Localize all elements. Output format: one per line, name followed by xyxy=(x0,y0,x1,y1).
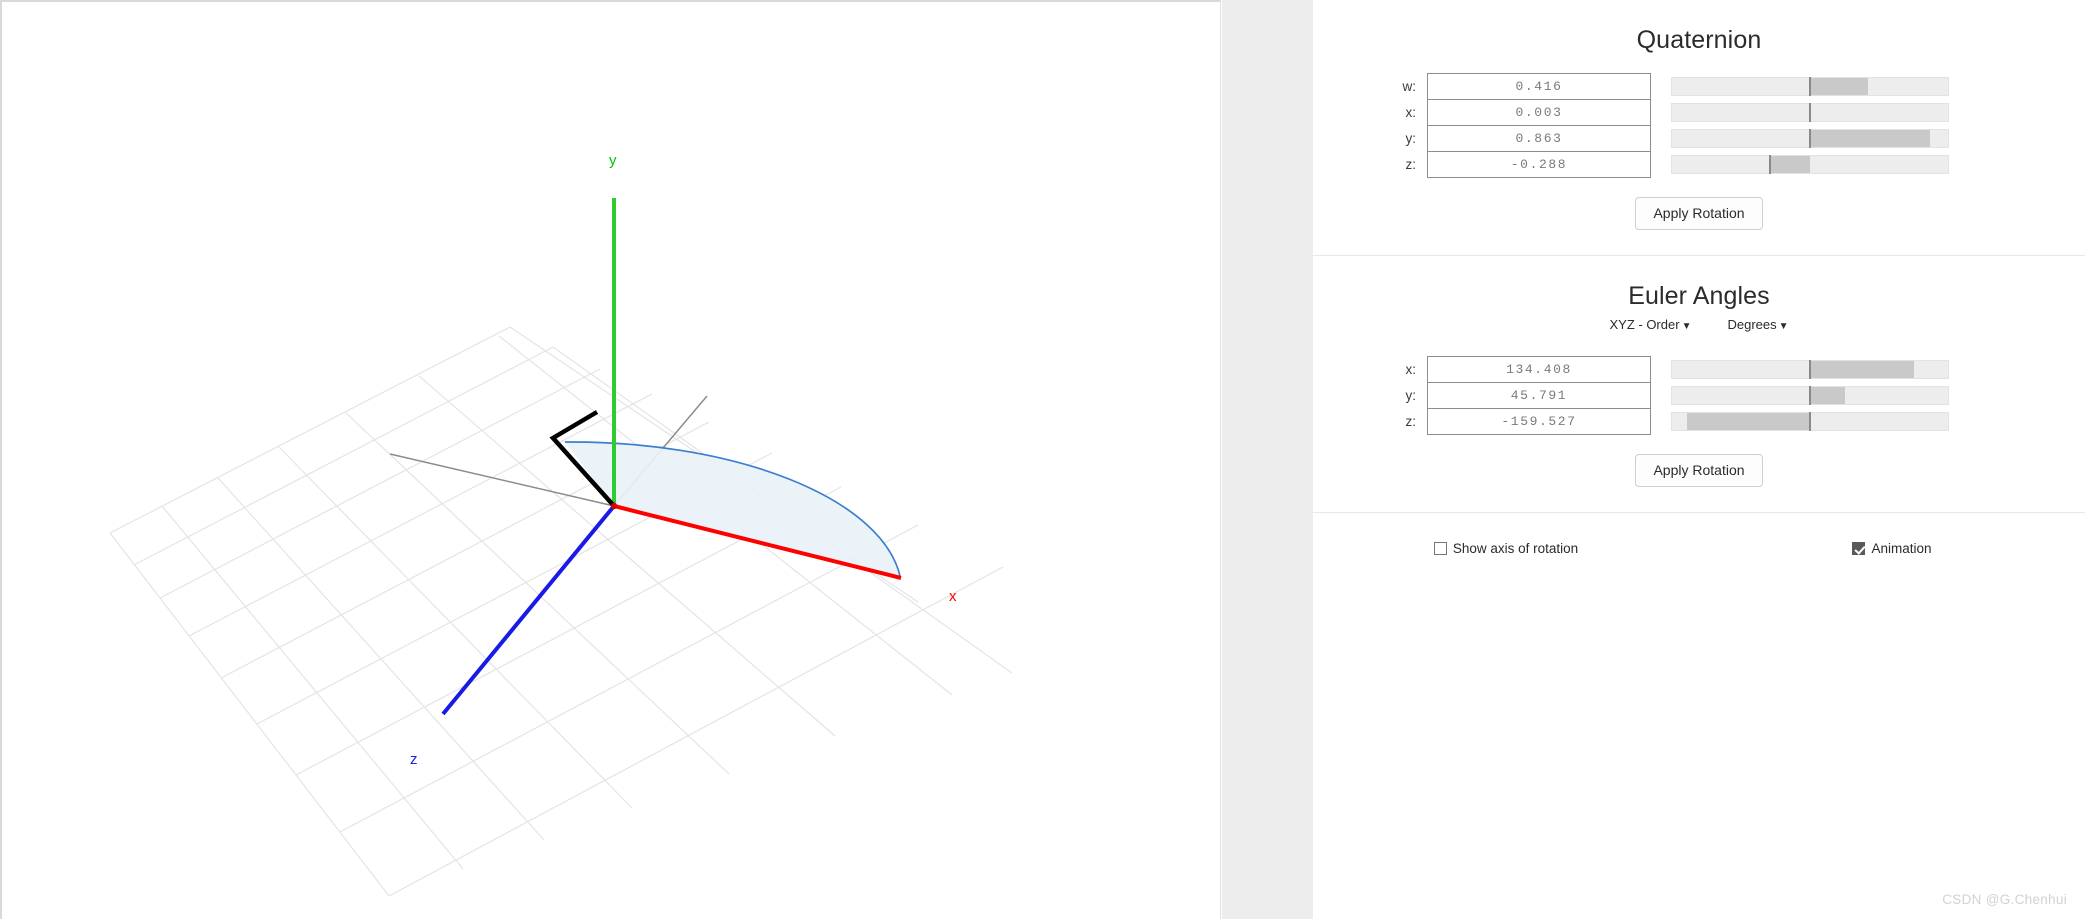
checkbox-icon[interactable] xyxy=(1433,542,1447,555)
chevron-down-icon: ▼ xyxy=(1681,321,1692,332)
quaternion-apply-row: Apply Rotation xyxy=(1313,197,2085,230)
slider-thumb[interactable] xyxy=(1809,129,1811,148)
quaternion-label-z: z: xyxy=(1405,157,1416,172)
quaternion-slider-x[interactable] xyxy=(1671,103,1949,122)
origin-point xyxy=(610,502,618,510)
slider-fill xyxy=(1810,78,1868,95)
checkbox-checked-icon[interactable] xyxy=(1852,542,1866,555)
z-axis-label: z xyxy=(410,751,418,768)
slider-thumb[interactable] xyxy=(1809,412,1811,431)
app-root: y x z Quaternion w: 0.416 x: 0.003 y: 0.… xyxy=(0,0,2085,919)
euler-label-y: y: xyxy=(1405,388,1416,403)
euler-row-y: y: 45.791 xyxy=(1313,382,2085,409)
3d-scene: y x z xyxy=(109,152,1013,897)
show-axis-of-rotation-toggle[interactable]: Show axis of rotation xyxy=(1433,541,1579,556)
euler-label-z: z: xyxy=(1405,414,1416,429)
quaternion-input-w[interactable]: 0.416 xyxy=(1427,73,1651,100)
euler-title: Euler Angles xyxy=(1628,282,1770,310)
euler-options-row: XYZ - Order ▼ Degrees ▼ xyxy=(1313,317,2085,332)
options-row: Show axis of rotation Animation xyxy=(1313,513,2085,556)
euler-order-dropdown[interactable]: XYZ - Order ▼ xyxy=(1609,317,1691,332)
y-axis-label: y xyxy=(609,152,617,169)
slider-fill xyxy=(1810,361,1914,378)
quaternion-row-w: w: 0.416 xyxy=(1313,73,2085,100)
slider-thumb[interactable] xyxy=(1809,77,1811,96)
slider-fill xyxy=(1769,156,1810,173)
quaternion-label-x: x: xyxy=(1405,105,1416,120)
quaternion-apply-rotation-button[interactable]: Apply Rotation xyxy=(1635,197,1763,230)
euler-input-x[interactable]: 134.408 xyxy=(1427,356,1651,383)
slider-track xyxy=(1671,155,1949,174)
watermark: CSDN @G.Chenhui xyxy=(1942,892,2067,907)
euler-input-z[interactable]: -159.527 xyxy=(1427,408,1651,435)
quaternion-slider-y[interactable] xyxy=(1671,129,1949,148)
quaternion-label-y: y: xyxy=(1405,131,1416,146)
euler-label-x: x: xyxy=(1405,362,1416,377)
euler-section: Euler Angles XYZ - Order ▼ Degrees ▼ x: 134… xyxy=(1313,256,2085,487)
quaternion-label-w: w: xyxy=(1402,79,1417,94)
euler-order-label: XYZ - Order xyxy=(1609,317,1680,332)
control-panel: Quaternion w: 0.416 x: 0.003 y: 0.863 z:… xyxy=(1313,0,2085,919)
quaternion-row-z: z: -0.288 xyxy=(1313,151,2085,178)
euler-input-y[interactable]: 45.791 xyxy=(1427,382,1651,409)
animation-label: Animation xyxy=(1871,541,1932,556)
slider-fill xyxy=(1810,387,1846,404)
quaternion-row-x: x: 0.003 xyxy=(1313,99,2085,126)
slider-thumb[interactable] xyxy=(1809,103,1811,122)
quaternion-input-y[interactable]: 0.863 xyxy=(1427,125,1651,152)
slider-thumb[interactable] xyxy=(1768,155,1771,174)
3d-viewport[interactable]: y x z xyxy=(0,0,1221,919)
euler-row-x: x: 134.408 xyxy=(1313,356,2085,383)
euler-row-z: z: -159.527 xyxy=(1313,408,2085,435)
show-axis-of-rotation-label: Show axis of rotation xyxy=(1452,541,1579,556)
quaternion-row-y: y: 0.863 xyxy=(1313,125,2085,152)
ground-grid xyxy=(109,326,1013,897)
quaternion-section: Quaternion w: 0.416 x: 0.003 y: 0.863 z:… xyxy=(1313,0,2085,230)
slider-thumb[interactable] xyxy=(1809,360,1811,379)
slider-fill xyxy=(1810,130,1930,147)
euler-slider-y[interactable] xyxy=(1671,386,1949,405)
euler-unit-dropdown[interactable]: Degrees ▼ xyxy=(1727,317,1788,332)
euler-slider-z[interactable] xyxy=(1671,412,1949,431)
slider-thumb[interactable] xyxy=(1809,386,1811,405)
euler-apply-rotation-button[interactable]: Apply Rotation xyxy=(1635,454,1763,487)
euler-slider-x[interactable] xyxy=(1671,360,1949,379)
slider-fill xyxy=(1686,413,1810,430)
side-gutter xyxy=(1222,0,1313,919)
euler-apply-row: Apply Rotation xyxy=(1313,454,2085,487)
z-axis-line xyxy=(441,504,616,716)
quaternion-title: Quaternion xyxy=(1636,26,1762,54)
quaternion-slider-w[interactable] xyxy=(1671,77,1949,96)
x-axis-label: x xyxy=(949,588,957,605)
euler-fields: x: 134.408 y: 45.791 z: -159.527 xyxy=(1313,356,2085,435)
quaternion-slider-z[interactable] xyxy=(1671,155,1949,174)
chevron-down-icon: ▼ xyxy=(1778,321,1789,332)
euler-unit-label: Degrees xyxy=(1727,317,1777,332)
animation-toggle[interactable]: Animation xyxy=(1852,541,1932,556)
quaternion-input-x[interactable]: 0.003 xyxy=(1427,99,1651,126)
quaternion-input-z[interactable]: -0.288 xyxy=(1427,151,1651,178)
quaternion-fields: w: 0.416 x: 0.003 y: 0.863 z: -0.288 xyxy=(1313,73,2085,178)
